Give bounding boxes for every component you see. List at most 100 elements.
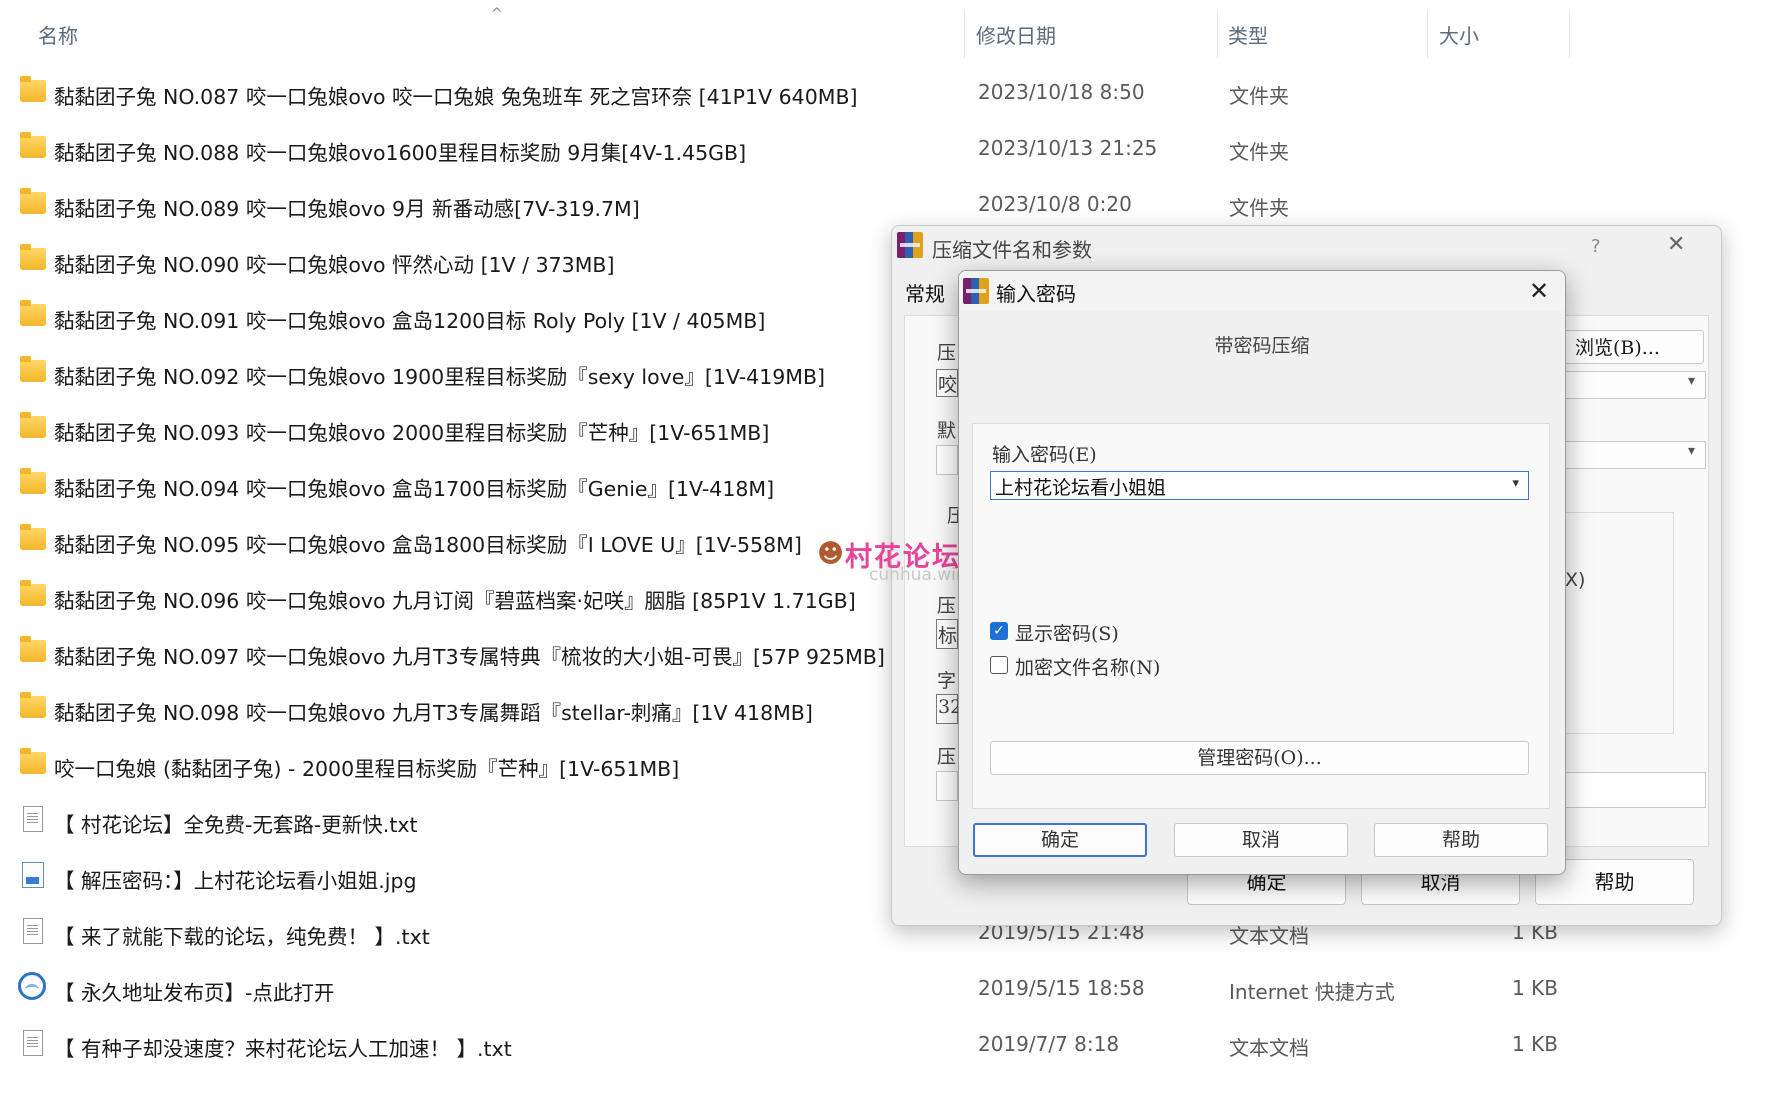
options-input[interactable] bbox=[1564, 772, 1706, 808]
password-label: 输入密码(E) bbox=[992, 444, 1097, 466]
list-item[interactable]: 黏黏团子兔 NO.087 咬一口兔娘ovo 咬一口兔娘 兔兔班车 死之宫环奈 [… bbox=[0, 66, 1779, 122]
winrar-app-icon bbox=[897, 232, 923, 258]
file-name: 【 永久地址发布页】-点此打开 bbox=[54, 981, 335, 1005]
chevron-down-icon: ▾ bbox=[1687, 373, 1695, 389]
file-name: 黏黏团子兔 NO.096 咬一口兔娘ovo 九月订阅『碧蓝档案·妃咲』胭脂 [8… bbox=[54, 589, 856, 613]
split-input[interactable] bbox=[936, 771, 958, 801]
file-name: 黏黏团子兔 NO.090 咬一口兔娘ovo 怦然心动 [1V / 373MB] bbox=[54, 253, 615, 277]
file-name: 黏黏团子兔 NO.087 咬一口兔娘ovo 咬一口兔娘 兔兔班车 死之宫环奈 [… bbox=[54, 85, 858, 109]
file-name: 【 解压密码：】上村花论坛看小姐姐.jpg bbox=[54, 869, 417, 893]
file-name: 黏黏团子兔 NO.098 咬一口兔娘ovo 九月T3专属舞蹈『stellar-刺… bbox=[54, 701, 813, 725]
manage-passwords-button[interactable]: 管理密码(O)... bbox=[990, 741, 1529, 775]
tab-general[interactable]: 常规 bbox=[905, 278, 945, 307]
file-size: 1 KB bbox=[1512, 976, 1558, 1000]
folder-icon bbox=[20, 748, 46, 774]
archive-name-label: 压 bbox=[937, 342, 957, 364]
file-date: 2023/10/8 0:20 bbox=[978, 192, 1132, 216]
encrypt-names-checkbox[interactable]: 加密文件名称(N) bbox=[990, 653, 1550, 679]
file-type: 文件夹 bbox=[1229, 196, 1289, 220]
column-type[interactable]: 类型 bbox=[1228, 20, 1268, 49]
file-name: 黏黏团子兔 NO.088 咬一口兔娘ovo1600里程目标奖励 9月集[4V-1… bbox=[54, 141, 747, 165]
encrypt-names-label: 加密文件名称(N) bbox=[1015, 657, 1161, 679]
dialog-title: 压缩文件名和参数 bbox=[932, 238, 1092, 262]
file-type: 文件夹 bbox=[1229, 140, 1289, 164]
folder-icon bbox=[20, 468, 46, 494]
file-date: 2023/10/13 21:25 bbox=[978, 136, 1158, 160]
browse-button[interactable]: 浏览(B)... bbox=[1564, 330, 1704, 364]
list-item[interactable]: 【 永久地址发布页】-点此打开 2019/5/15 18:58 Internet… bbox=[0, 962, 1779, 1018]
show-password-checkbox[interactable]: ✓ 显示密码(S) bbox=[990, 619, 1550, 645]
compression-label: 压 bbox=[937, 595, 957, 617]
show-password-label: 显示密码(S) bbox=[1015, 623, 1119, 645]
file-date: 2023/10/18 8:50 bbox=[978, 80, 1145, 104]
close-icon[interactable]: ✕ bbox=[1521, 273, 1557, 309]
file-name: 【 来了就能下载的论坛，纯免费！ 】.txt bbox=[54, 925, 430, 949]
file-name: 黏黏团子兔 NO.094 咬一口兔娘ovo 盒岛1700目标奖励『Genie』[… bbox=[54, 477, 775, 501]
close-icon[interactable]: ✕ bbox=[1667, 232, 1685, 257]
file-type: Internet 快捷方式 bbox=[1229, 980, 1395, 1004]
folder-icon bbox=[20, 692, 46, 718]
watermark-url: cunhua.win bbox=[869, 565, 967, 585]
help-button[interactable]: 帮助 bbox=[1374, 823, 1548, 857]
folder-icon bbox=[20, 76, 46, 102]
compression-select[interactable]: 标 bbox=[936, 619, 958, 649]
help-icon[interactable]: ? bbox=[1591, 236, 1601, 257]
file-date: 2019/7/7 8:18 bbox=[978, 1032, 1120, 1056]
dictionary-label: 字 bbox=[937, 670, 957, 692]
folder-icon bbox=[20, 412, 46, 438]
column-name[interactable]: 名称 bbox=[38, 20, 78, 49]
file-date: 2019/5/15 18:58 bbox=[978, 976, 1145, 1000]
winrar-app-icon bbox=[963, 278, 989, 304]
folder-icon bbox=[20, 636, 46, 662]
column-divider[interactable] bbox=[964, 10, 965, 58]
profile-label: 默 bbox=[937, 420, 957, 442]
password-input[interactable]: 上村花论坛看小姐姐 ▾ bbox=[990, 471, 1529, 500]
profile-button[interactable] bbox=[936, 445, 958, 475]
file-name: 黏黏团子兔 NO.097 咬一口兔娘ovo 九月T3专属特典『梳妆的大小姐-可畏… bbox=[54, 645, 885, 669]
checkbox-unchecked-icon[interactable] bbox=[990, 656, 1008, 674]
column-divider[interactable] bbox=[1569, 10, 1570, 58]
folder-icon bbox=[20, 356, 46, 382]
options-group: X) bbox=[1564, 512, 1674, 734]
sort-ascending-icon: ^ bbox=[491, 6, 503, 22]
title-bar[interactable]: 输入密码 ✕ bbox=[959, 271, 1565, 311]
file-name: 黏黏团子兔 NO.092 咬一口兔娘ovo 1900里程目标奖励『sexy lo… bbox=[54, 365, 826, 389]
file-type: 文本文档 bbox=[1229, 1036, 1309, 1060]
profile-dropdown[interactable]: ▾ bbox=[1564, 441, 1706, 469]
folder-icon bbox=[20, 300, 46, 326]
file-type: 文件夹 bbox=[1229, 84, 1289, 108]
file-name: 【 有种子却没速度？来村花论坛人工加速！ 】.txt bbox=[54, 1037, 512, 1061]
column-size[interactable]: 大小 bbox=[1439, 20, 1479, 49]
text-file-icon bbox=[23, 806, 43, 832]
dialog-title: 输入密码 bbox=[996, 282, 1076, 306]
archive-name-value: 咬 bbox=[938, 374, 958, 396]
file-name: 黏黏团子兔 NO.091 咬一口兔娘ovo 盒岛1200目标 Roly Poly… bbox=[54, 309, 766, 333]
dialog-heading: 带密码压缩 bbox=[1214, 335, 1310, 357]
password-value: 上村花论坛看小姐姐 bbox=[995, 477, 1167, 499]
compression-value: 标 bbox=[938, 625, 958, 647]
text-file-icon bbox=[23, 918, 43, 944]
list-item[interactable]: 【 有种子却没速度？来村花论坛人工加速！ 】.txt 2019/7/7 8:18… bbox=[0, 1018, 1779, 1074]
archive-name-input[interactable]: 咬 bbox=[936, 369, 958, 397]
text-file-icon bbox=[23, 1030, 43, 1056]
file-name: 黏黏团子兔 NO.089 咬一口兔娘ovo 9月 新番动感[7V-319.7M] bbox=[54, 197, 640, 221]
checkbox-checked-icon[interactable]: ✓ bbox=[990, 622, 1008, 640]
column-modified[interactable]: 修改日期 bbox=[976, 20, 1056, 49]
file-name: 咬一口兔娘 (黏黏团子兔) - 2000里程目标奖励『芒种』[1V-651MB] bbox=[54, 757, 680, 781]
column-divider[interactable] bbox=[1427, 10, 1428, 58]
column-divider[interactable] bbox=[1217, 10, 1218, 58]
chevron-down-icon[interactable]: ▾ bbox=[1512, 476, 1519, 491]
file-size: 1 KB bbox=[1512, 1032, 1558, 1056]
archive-name-dropdown[interactable]: ▾ bbox=[1564, 371, 1706, 399]
internet-shortcut-icon bbox=[18, 972, 46, 1000]
mascot-icon: ☻ bbox=[817, 539, 845, 569]
folder-icon bbox=[20, 524, 46, 550]
option-label-fragment: X) bbox=[1565, 569, 1586, 591]
dictionary-select[interactable]: 32 bbox=[936, 694, 962, 724]
ok-button[interactable]: 确定 bbox=[973, 823, 1147, 857]
cancel-button[interactable]: 取消 bbox=[1174, 823, 1348, 857]
split-label: 压 bbox=[937, 746, 957, 768]
password-dialog: 输入密码 ✕ 带密码压缩 输入密码(E) 上村花论坛看小姐姐 ▾ ✓ 显示密码(… bbox=[958, 270, 1566, 875]
folder-icon bbox=[20, 188, 46, 214]
list-item[interactable]: 黏黏团子兔 NO.088 咬一口兔娘ovo1600里程目标奖励 9月集[4V-1… bbox=[0, 122, 1779, 178]
